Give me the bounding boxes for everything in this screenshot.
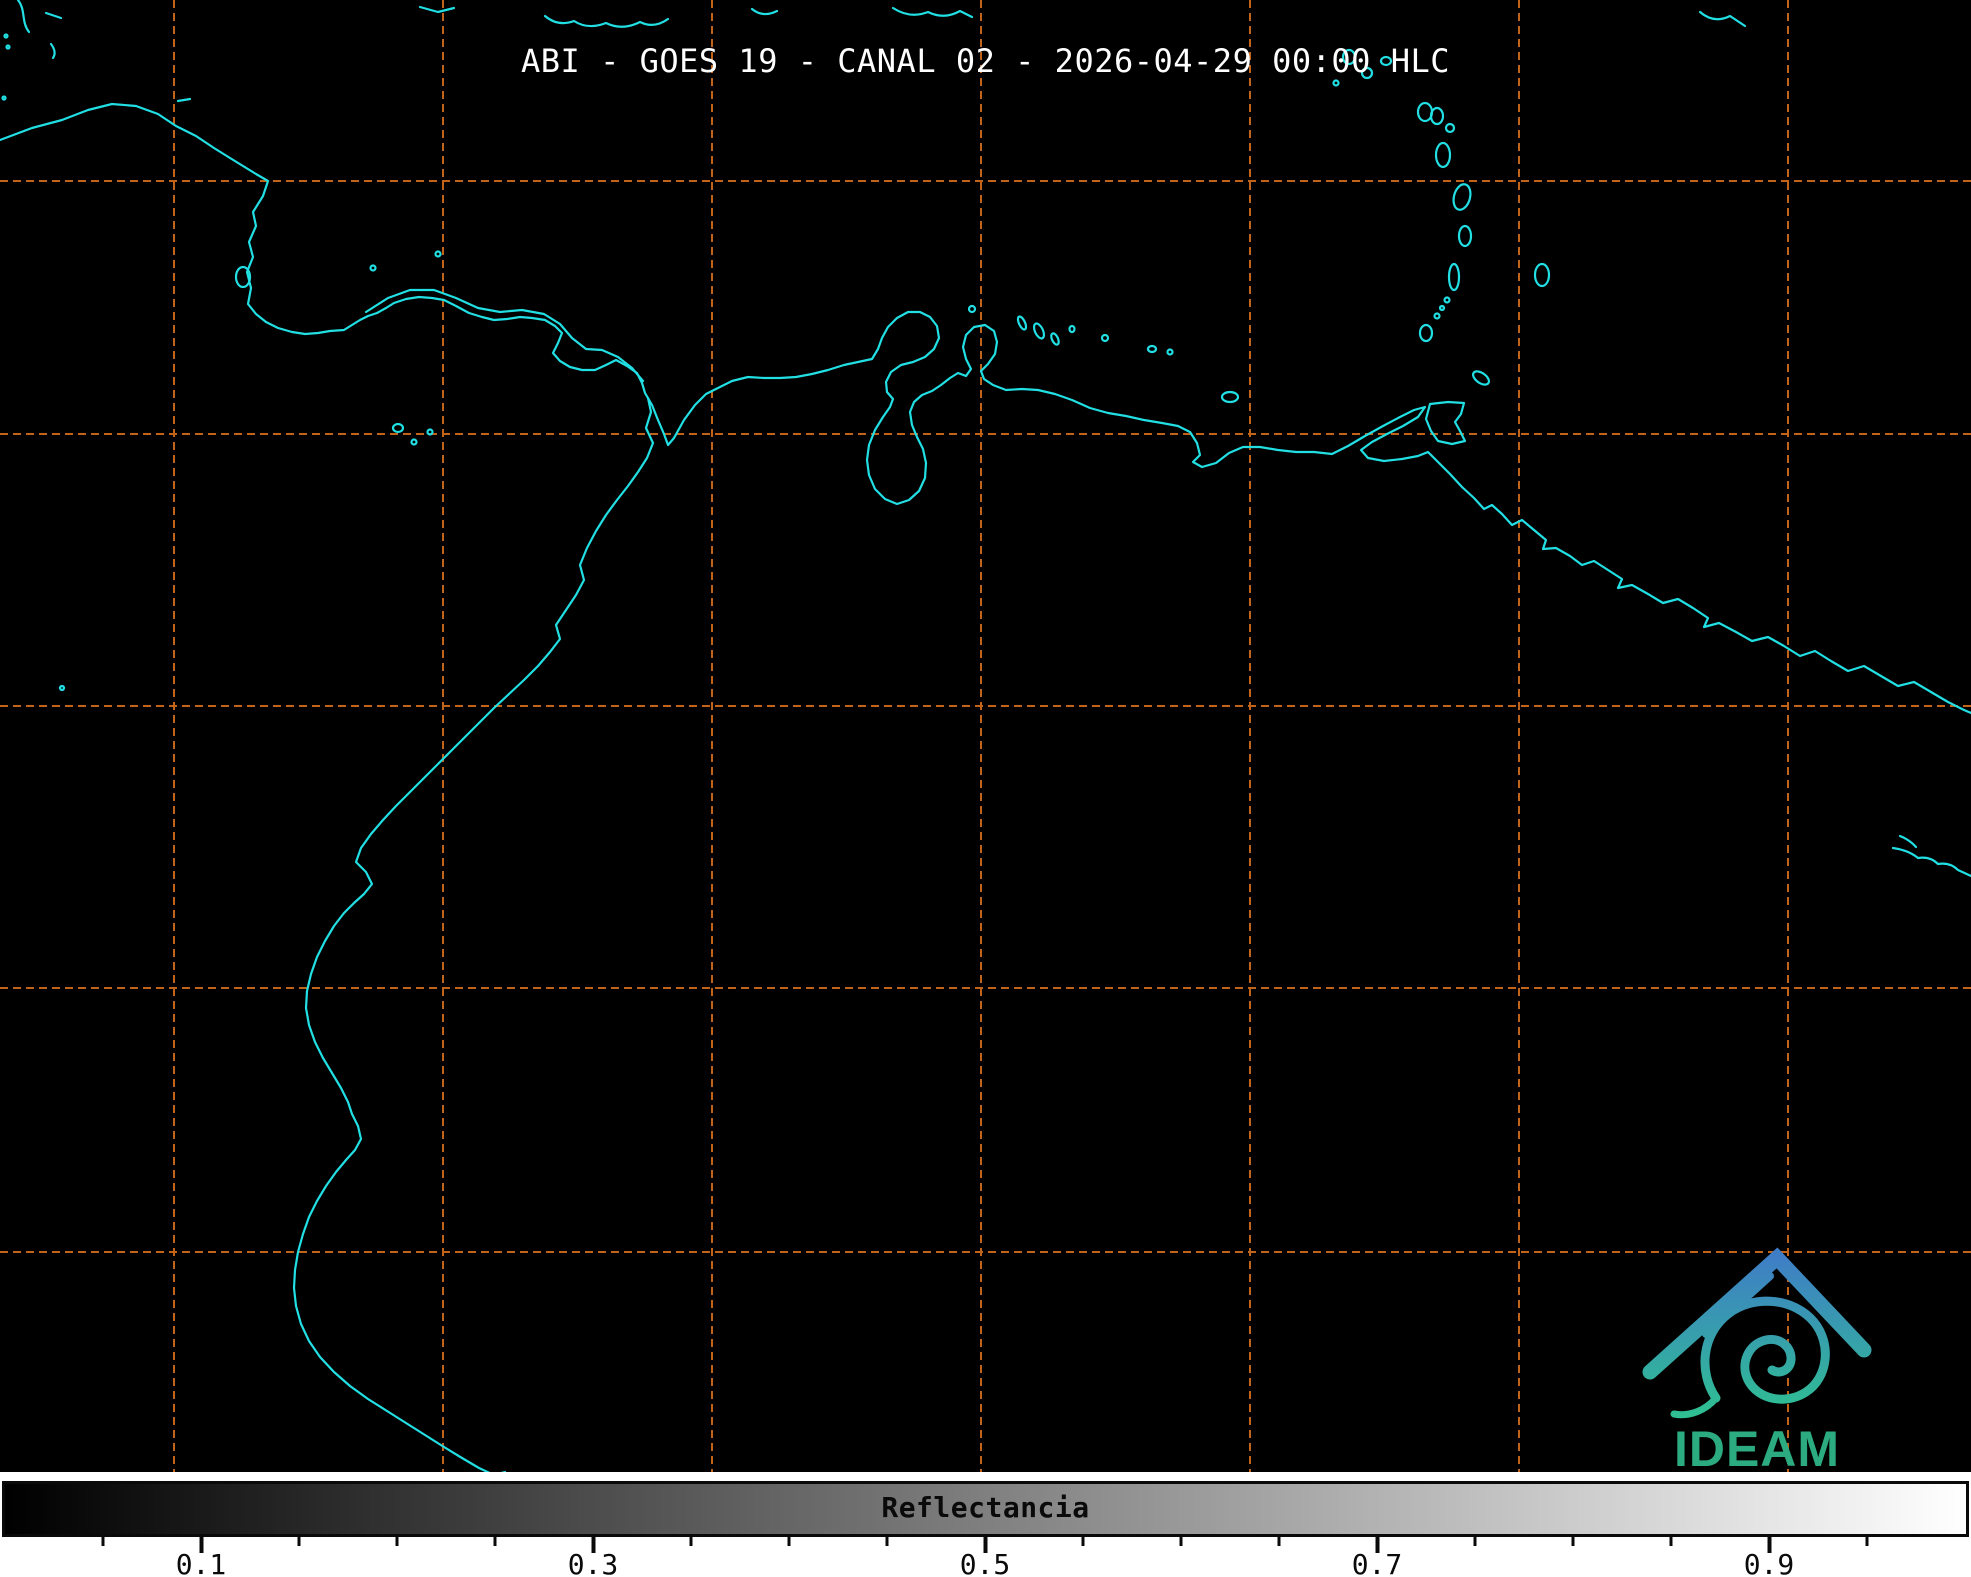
goes-satellite-viewer: IDEAM ABI - GOES 19 - CANAL 02 - 2026-04… [0, 0, 1971, 1577]
island-providencia [436, 252, 441, 257]
coastline-left-fragment-2 [46, 13, 61, 18]
islet [1334, 81, 1339, 86]
coastline-left-fragment-1 [18, 0, 29, 32]
islet-grenadines [1435, 314, 1440, 319]
islet [3, 97, 6, 100]
colorbar-label: Reflectancia [0, 1491, 1971, 1524]
colorbar-minor-tick [690, 1537, 693, 1546]
colorbar-tick-label: 0.5 [940, 1548, 1030, 1577]
colorbar-minor-tick [494, 1537, 497, 1546]
island-st-lucia [1459, 226, 1471, 246]
colorbar-tick-label: 0.1 [156, 1548, 246, 1577]
islet [412, 440, 417, 445]
island-aruba [1016, 315, 1027, 330]
colorbar-tick-label: 0.7 [1332, 1548, 1422, 1577]
islet-la-tortuga [1148, 346, 1156, 352]
island-curacao [1032, 322, 1046, 340]
island-grenada [1420, 325, 1432, 341]
island-barbados [1535, 264, 1549, 286]
colorbar-minor-tick [102, 1537, 105, 1546]
ideam-logo-spiral-tail [1674, 1398, 1716, 1415]
islet [428, 430, 433, 435]
colorbar-minor-tick [1866, 1537, 1869, 1546]
coastline-amazon-fragment-2 [1900, 836, 1916, 847]
islet-los-roques [1102, 335, 1108, 341]
islet-grenadines [1445, 298, 1450, 303]
coastlines [0, 0, 1971, 1472]
latlon-grid [0, 0, 1971, 1472]
coastline-top-fragment-2 [545, 16, 668, 27]
island-margarita [1222, 392, 1238, 402]
island-san-andres [371, 266, 376, 271]
colorbar-minor-tick [396, 1537, 399, 1546]
coastline-left-fragment-4 [178, 99, 190, 101]
colorbar-tick-label: 0.3 [548, 1548, 638, 1577]
colorbar-minor-tick [298, 1537, 301, 1546]
colorbar: Reflectancia 0.1 0.3 0.5 0.7 0.9 [0, 1472, 1971, 1577]
islet [5, 35, 8, 38]
ideam-logo-mountain [1650, 1258, 1864, 1372]
island-st-vincent [1449, 264, 1459, 290]
colorbar-minor-tick [886, 1537, 889, 1546]
islet [1070, 326, 1075, 332]
satellite-map-canvas: IDEAM ABI - GOES 19 - CANAL 02 - 2026-04… [0, 0, 1971, 1472]
island-guadeloupe-e [1431, 108, 1443, 124]
colorbar-minor-tick [1278, 1537, 1281, 1546]
ideam-logo-spiral [1705, 1301, 1825, 1399]
island-bonaire [1050, 332, 1061, 345]
colorbar-minor-tick [1180, 1537, 1183, 1546]
islet-grenadines [1440, 306, 1444, 310]
colorbar-tick-label: 0.9 [1724, 1548, 1814, 1577]
coastline-top-fragment-1 [420, 7, 454, 12]
islet [969, 306, 975, 312]
coastline-caribbean-mainland [0, 104, 1971, 713]
ideam-logo-text: IDEAM [1674, 1421, 1840, 1472]
islet [1168, 350, 1173, 355]
colorbar-minor-tick [1670, 1537, 1673, 1546]
island-coiba [393, 424, 403, 432]
coastline-top-fragment-4 [893, 8, 972, 17]
island-tobago [1471, 369, 1491, 388]
island-trinidad [1426, 402, 1465, 444]
islet [1446, 124, 1454, 132]
island-martinique [1451, 182, 1473, 211]
island-dominica [1436, 143, 1450, 167]
island-malpelo [60, 686, 64, 690]
colorbar-minor-tick [788, 1537, 791, 1546]
ideam-logo: IDEAM [1650, 1258, 1864, 1472]
island-guadeloupe-w [1418, 103, 1432, 121]
colorbar-minor-tick [1474, 1537, 1477, 1546]
colorbar-minor-tick [1572, 1537, 1575, 1546]
coastline-pacific [294, 398, 653, 1472]
colorbar-minor-tick [1082, 1537, 1085, 1546]
coastline-top-fragment-3 [752, 9, 777, 14]
coastline-amazon-fragment [1893, 848, 1971, 876]
image-title: ABI - GOES 19 - CANAL 02 - 2026-04-29 00… [0, 42, 1971, 80]
coastline-top-fragment-5 [1700, 12, 1745, 26]
satellite-map-svg: IDEAM [0, 0, 1971, 1472]
